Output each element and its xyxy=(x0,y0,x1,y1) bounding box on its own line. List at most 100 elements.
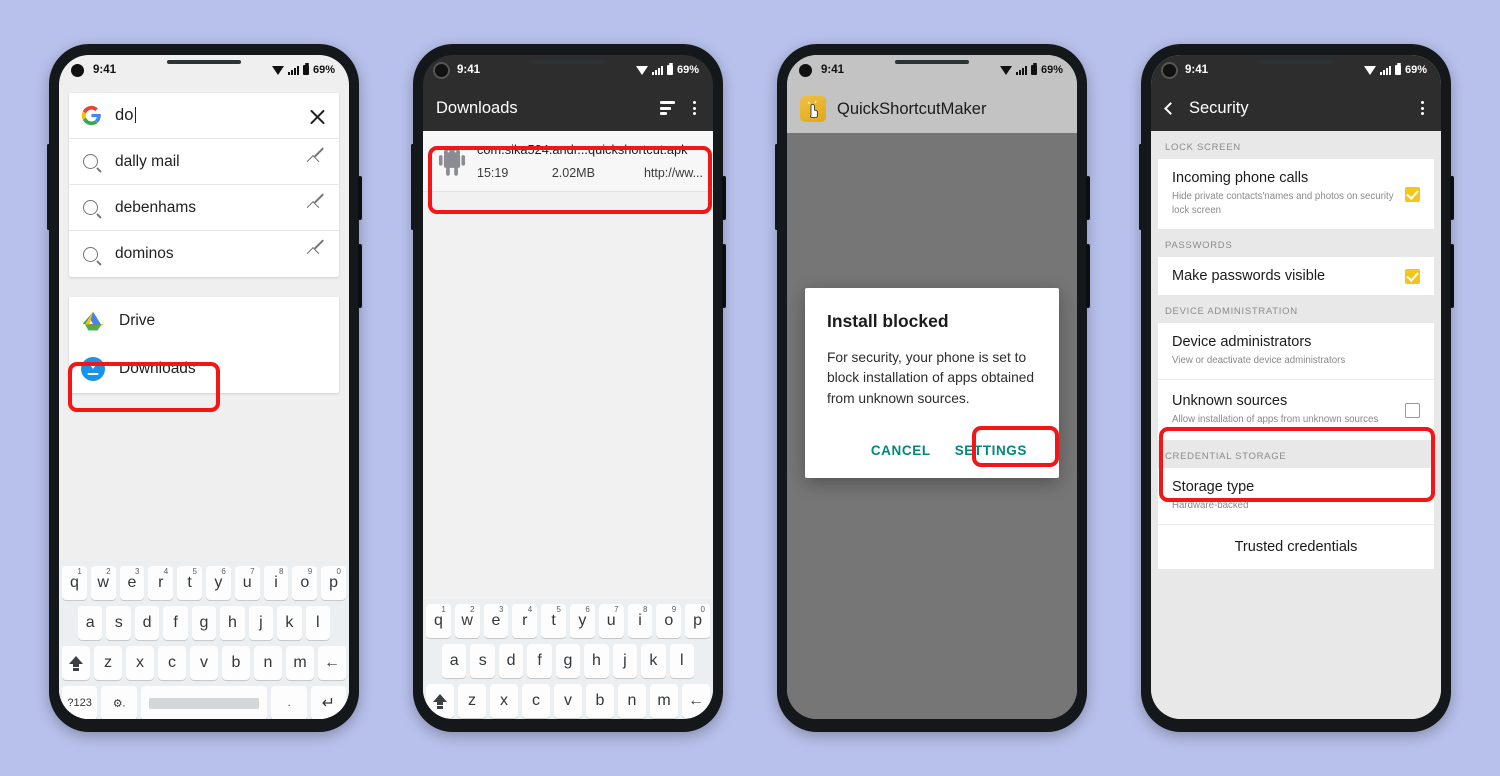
key-y[interactable]: 6y xyxy=(570,604,595,638)
app-row-downloads[interactable]: Downloads xyxy=(69,345,339,393)
key-t[interactable]: 5t xyxy=(541,604,566,638)
app-row-drive[interactable]: Drive xyxy=(69,297,339,345)
key-j[interactable]: j xyxy=(612,644,638,678)
phone4-power-button[interactable] xyxy=(1450,176,1454,220)
phone2-power-button[interactable] xyxy=(722,176,726,220)
back-chevron-icon[interactable] xyxy=(1164,101,1177,115)
clear-search-icon[interactable] xyxy=(308,106,327,125)
key-e[interactable]: 3e xyxy=(119,566,145,600)
key-w[interactable]: 2w xyxy=(454,604,480,638)
key-p[interactable]: 0p xyxy=(685,604,710,638)
key-s[interactable]: s xyxy=(106,606,131,640)
setting-trusted-credentials[interactable]: Trusted credentials xyxy=(1158,524,1434,570)
phone1-power-button[interactable] xyxy=(358,176,362,220)
sort-icon[interactable] xyxy=(660,101,675,115)
setting-storage-type[interactable]: Storage type Hardware-backed xyxy=(1158,468,1434,525)
setting-device-administrators[interactable]: Device administrators View or deactivate… xyxy=(1158,323,1434,380)
key-l[interactable]: l xyxy=(305,606,330,640)
key-t[interactable]: 5t xyxy=(177,566,202,600)
setting-title: Storage type xyxy=(1172,479,1255,496)
phone2-volume-button[interactable] xyxy=(722,244,726,308)
key-v[interactable]: v xyxy=(554,684,582,718)
phone2-left-button[interactable] xyxy=(411,144,414,230)
key-r[interactable]: 4r xyxy=(512,604,538,638)
key-c[interactable]: c xyxy=(522,684,550,718)
key-f[interactable]: f xyxy=(163,606,188,640)
key-o[interactable]: 9o xyxy=(656,604,682,638)
key-h[interactable]: h xyxy=(220,606,245,640)
key-m[interactable]: m xyxy=(650,684,678,718)
phone4-volume-button[interactable] xyxy=(1450,244,1454,308)
checkbox-checked[interactable] xyxy=(1405,268,1420,284)
key-c[interactable]: c xyxy=(158,646,186,680)
key-r[interactable]: 4r xyxy=(148,566,174,600)
phone3-power-button[interactable] xyxy=(1086,176,1090,220)
arrow-northwest-icon[interactable] xyxy=(313,247,327,261)
key-q[interactable]: 1q xyxy=(62,566,87,600)
period-key[interactable]: . xyxy=(271,686,307,719)
key-u[interactable]: 7u xyxy=(598,604,624,638)
overflow-menu-icon[interactable] xyxy=(1417,95,1428,121)
key-e[interactable]: 3e xyxy=(483,604,509,638)
key-n[interactable]: n xyxy=(254,646,282,680)
phone4-left-button[interactable] xyxy=(1139,144,1142,230)
key-v[interactable]: v xyxy=(190,646,218,680)
backspace-key[interactable]: ← xyxy=(682,684,710,718)
key-k[interactable]: k xyxy=(641,644,666,678)
overflow-menu-icon[interactable] xyxy=(689,95,700,121)
key-m[interactable]: m xyxy=(286,646,314,680)
key-b[interactable]: b xyxy=(222,646,250,680)
phone3-left-button[interactable] xyxy=(775,144,778,230)
emoji-comma-icon[interactable]: ⚙, xyxy=(101,686,137,719)
settings-button[interactable]: SETTINGS xyxy=(945,435,1037,466)
suggestion-row[interactable]: debenhams xyxy=(69,185,339,231)
phone1-volume-button[interactable] xyxy=(358,244,362,308)
key-j[interactable]: j xyxy=(248,606,274,640)
arrow-northwest-icon[interactable] xyxy=(313,155,327,169)
key-p[interactable]: 0p xyxy=(321,566,346,600)
key-o[interactable]: 9o xyxy=(292,566,318,600)
enter-key[interactable]: ↵ xyxy=(310,686,347,719)
backspace-key[interactable]: ← xyxy=(318,646,346,680)
key-g[interactable]: g xyxy=(555,644,581,678)
setting-incoming-phone-calls[interactable]: Incoming phone calls Hide private contac… xyxy=(1158,159,1434,230)
key-h[interactable]: h xyxy=(584,644,609,678)
key-q[interactable]: 1q xyxy=(426,604,451,638)
shift-key[interactable] xyxy=(426,684,454,718)
key-y[interactable]: 6y xyxy=(206,566,231,600)
shift-key[interactable] xyxy=(62,646,90,680)
key-n[interactable]: n xyxy=(618,684,646,718)
phone3-volume-button[interactable] xyxy=(1086,244,1090,308)
key-d[interactable]: d xyxy=(134,606,160,640)
key-z[interactable]: z xyxy=(94,646,122,680)
key-i[interactable]: 8i xyxy=(627,604,653,638)
key-d[interactable]: d xyxy=(498,644,524,678)
setting-make-passwords-visible[interactable]: Make passwords visible xyxy=(1158,257,1434,296)
space-bar[interactable] xyxy=(140,686,268,719)
arrow-northwest-icon[interactable] xyxy=(313,201,327,215)
cancel-button[interactable]: CANCEL xyxy=(861,435,941,466)
key-i[interactable]: 8i xyxy=(263,566,289,600)
search-input-row[interactable]: do xyxy=(69,93,339,139)
key-k[interactable]: k xyxy=(277,606,302,640)
suggestion-row[interactable]: dally mail xyxy=(69,139,339,185)
key-x[interactable]: x xyxy=(490,684,518,718)
key-a[interactable]: a xyxy=(78,606,103,640)
key-a[interactable]: a xyxy=(442,644,467,678)
checkbox-checked[interactable] xyxy=(1405,186,1420,202)
key-w[interactable]: 2w xyxy=(90,566,116,600)
setting-unknown-sources[interactable]: Unknown sources Allow installation of ap… xyxy=(1158,379,1434,441)
suggestion-row[interactable]: dominos xyxy=(69,231,339,277)
key-x[interactable]: x xyxy=(126,646,154,680)
checkbox-unchecked[interactable] xyxy=(1405,402,1420,418)
key-u[interactable]: 7u xyxy=(234,566,260,600)
download-item[interactable]: com.sika524.andr...quickshortcut.apk 15:… xyxy=(423,131,713,192)
numbers-key[interactable]: ?123 xyxy=(62,686,98,719)
key-s[interactable]: s xyxy=(470,644,495,678)
key-z[interactable]: z xyxy=(458,684,486,718)
key-f[interactable]: f xyxy=(527,644,552,678)
key-g[interactable]: g xyxy=(191,606,217,640)
key-b[interactable]: b xyxy=(586,684,614,718)
phone1-left-button[interactable] xyxy=(47,144,50,230)
key-l[interactable]: l xyxy=(669,644,694,678)
